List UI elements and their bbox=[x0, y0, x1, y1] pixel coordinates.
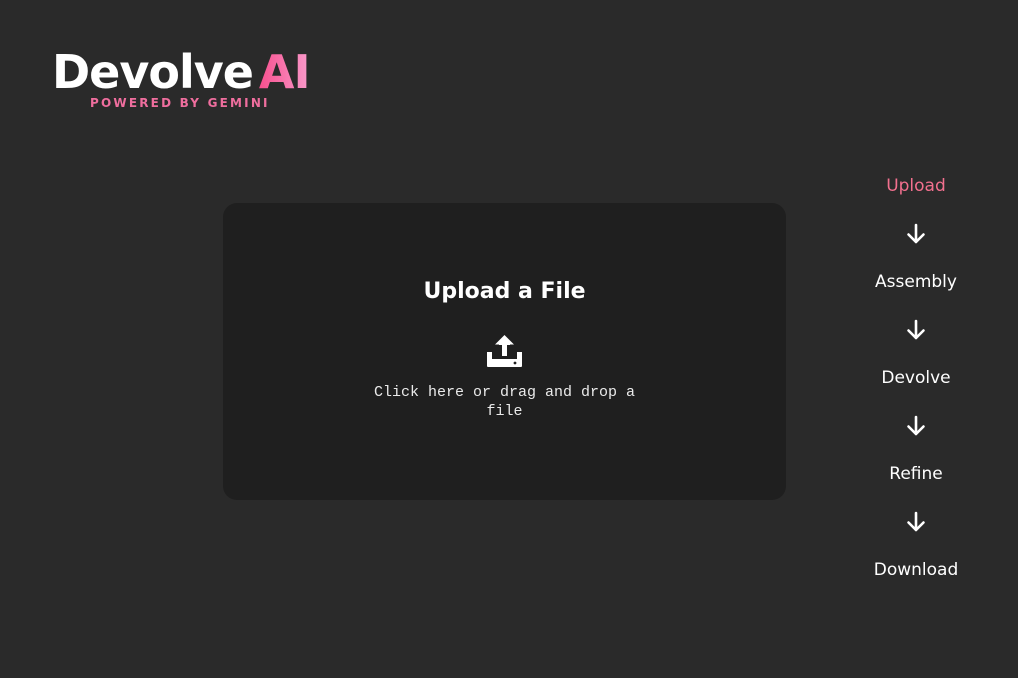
workflow-steps: Upload Assembly Devolve Refine Download bbox=[856, 172, 976, 584]
app-logo: Devolve AI POWERED BY GEMINI bbox=[52, 44, 311, 110]
logo-word: Devolve bbox=[52, 45, 254, 99]
step-upload: Upload bbox=[886, 176, 946, 196]
arrow-down-icon bbox=[856, 488, 976, 556]
step-devolve: Devolve bbox=[881, 368, 951, 388]
logo-wordmark: Devolve AI bbox=[52, 44, 311, 100]
arrow-down-icon bbox=[856, 296, 976, 364]
arrow-down-icon bbox=[856, 200, 976, 268]
file-upload-dropzone[interactable]: Upload a File Click here or drag and dro… bbox=[223, 203, 786, 500]
step-refine: Refine bbox=[889, 464, 943, 484]
upload-title: Upload a File bbox=[423, 279, 586, 304]
logo-ai: AI bbox=[258, 45, 311, 99]
step-download: Download bbox=[873, 560, 959, 580]
upload-tray-icon bbox=[486, 332, 523, 368]
step-assembly: Assembly bbox=[875, 272, 957, 292]
arrow-down-icon bbox=[856, 392, 976, 460]
upload-hint: Click here or drag and drop a file bbox=[373, 384, 636, 420]
